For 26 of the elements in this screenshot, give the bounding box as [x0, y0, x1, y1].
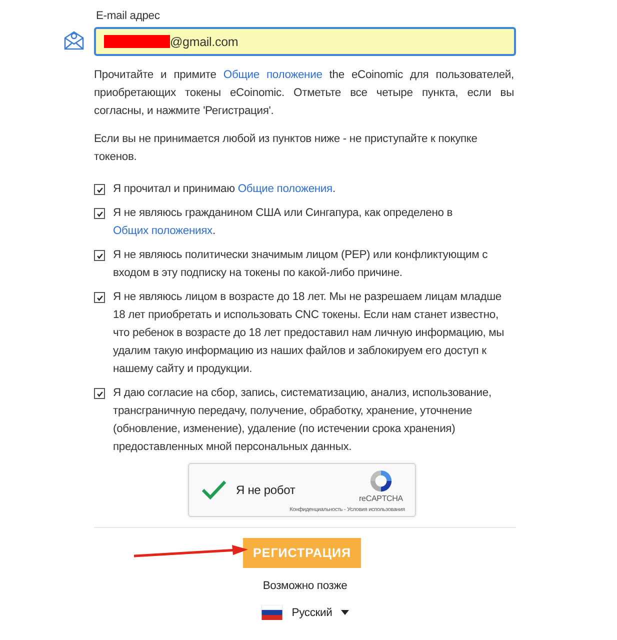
- checkbox[interactable]: [94, 388, 105, 399]
- checkbox[interactable]: [94, 250, 105, 261]
- agreement-text: Я не являюсь гражданином США или Сингапура, как определено в Общих положениях.: [113, 206, 454, 239]
- recaptcha-icon: [368, 468, 394, 494]
- email-field[interactable]: @gmail.com: [94, 27, 516, 56]
- email-label: E-mail адрес: [96, 10, 161, 22]
- agreement-text: Я не являюсь лицом в возрасте до 18 лет. Мы не разрешаем лицам младше 18 лет приобретать и использовать CNC токены. Если нам станет известно, что ребенок в возрасте до 18 лет предоставил нам личную информацию, мы удалим такую информацию из наших файлов и заблокируем его доступ к нашему сайту и продукции.: [113, 290, 506, 377]
- check-icon[interactable]: [201, 479, 227, 501]
- agreement-text: Я даю согласие на сбор, запись, систематизацию, анализ, использование, трансграничную передачу, получение, обработку, хранение, уточнение (обновление, изменение), удаление (по истечении срока хранения) предоставленных мной персональных данных.: [113, 386, 492, 455]
- agreement-text: Я не являюсь политически значимым лицом (PEP) или конфликтующим с входом в эту подписку на токены по какой-либо причине.: [113, 248, 489, 281]
- terms-link[interactable]: Общие положение: [223, 69, 322, 81]
- captcha-label: Я не робот: [236, 483, 296, 497]
- terms-link[interactable]: Общих положениях: [113, 225, 212, 237]
- flag-icon: [260, 605, 283, 620]
- warning-paragraph: Если вы не принимается любой из пунктов ниже - не приступайте к покупке токенов.: [94, 132, 478, 165]
- checkbox[interactable]: [94, 208, 105, 219]
- email-icon: [63, 29, 85, 51]
- checkbox[interactable]: [94, 292, 105, 303]
- captcha-brand: reCAPTCHA: [359, 494, 403, 502]
- intro-paragraph: Прочитайте и примите Общие положение the eCoinomic для пользователей, приобретающих токены eCoinomic. Отметьте все четыре пункта, если вы согласны, и нажмите 'Регистрация'.: [94, 68, 515, 119]
- checkbox[interactable]: [94, 184, 105, 195]
- later-link[interactable]: Возможно позже: [262, 580, 348, 592]
- language-selector[interactable]: Русский: [260, 605, 350, 620]
- terms-link[interactable]: Общие положения: [238, 183, 332, 195]
- caret-icon: [341, 610, 350, 615]
- agreement-text: Я прочитал и принимаю Общие положения.: [113, 182, 336, 197]
